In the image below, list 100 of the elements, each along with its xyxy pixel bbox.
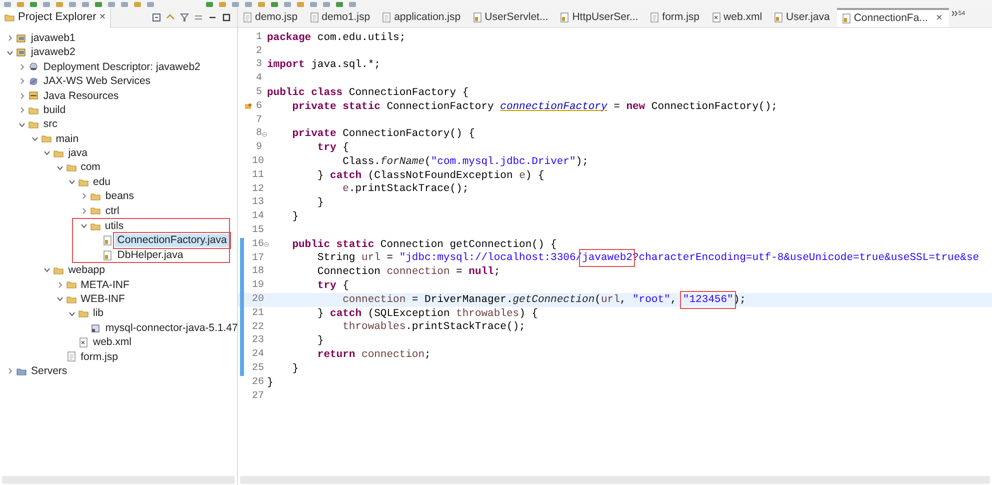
tree-item[interactable]: Servers [29,364,70,378]
tree-item[interactable]: com [78,161,102,174]
java-file-icon [559,12,570,23]
tree-item[interactable]: Deployment Descriptor: javaweb2 [41,60,202,74]
tree-item[interactable]: web.xml [91,336,134,349]
folder-icon [40,133,52,144]
line-number: 2 [254,46,262,57]
fold-icon[interactable] [262,132,267,137]
line-number: 13 [252,198,264,208]
code-text: } catch (ClassNotFoundException e) { [316,170,544,182]
line-number: 14 [252,212,264,222]
tree-item[interactable]: main [54,132,81,146]
code-text: private static ConnectionFactory connectionFactory = new ConnectionFactory(); [291,102,778,112]
file-tab[interactable]: application.jsp [377,8,468,27]
line-number: 16 [252,240,264,250]
tree-item[interactable]: java [66,147,90,160]
folder-icon [78,308,89,320]
tree-item[interactable]: build [41,104,68,116]
code-text: try { [316,280,349,292]
tree-item[interactable]: ConnectionFactory.java [115,234,229,247]
line-number: 9 [254,143,262,154]
file-icon [308,12,320,23]
file-tab[interactable]: User.java [769,8,837,27]
chevrons-icon[interactable] [952,11,958,16]
code-text: e.printStackTrace(); [342,184,469,195]
file-tab[interactable]: demo.jsp [238,8,305,27]
tree-item[interactable]: mysql-connector-java-5.1.47 [103,322,240,334]
line-number: 11 [252,170,264,181]
tree-item[interactable]: Java Resources [41,90,121,102]
fold-icon[interactable] [264,242,270,248]
tree-item[interactable]: javaweb2 [29,46,78,59]
folder-icon [66,162,77,174]
file-tab[interactable]: demo1.jsp [304,8,378,27]
tree-item[interactable]: edu [91,176,113,188]
folder-icon [28,104,40,116]
folder-icon [4,12,15,23]
line-number: 4 [254,74,262,84]
tree-item[interactable]: webapp [66,264,107,277]
line-number: 1 [254,32,262,43]
filter-icon[interactable] [180,13,189,22]
line-number: 26 [252,378,264,388]
code-text: try { [316,143,349,154]
file-tab[interactable]: form.jsp [645,8,707,27]
xml-file-icon [78,336,89,348]
tree-item[interactable]: javaweb1 [29,32,78,44]
file-tab[interactable]: web.xml [706,8,770,27]
maximize-icon[interactable] [222,13,231,22]
folder-icon [66,294,77,305]
tree-item[interactable]: DbHelper.java [115,248,186,262]
code-text: } [316,336,324,347]
folder-icon [28,119,40,130]
tree-item[interactable]: JAX-WS Web Services [41,75,153,88]
line-number: 24 [252,350,264,360]
menu-icon[interactable] [194,13,203,22]
tree-item[interactable]: form.jsp [78,350,120,364]
line-number: 10 [252,157,264,168]
folder-icon [90,220,101,232]
line-number: 23 [252,336,264,346]
code-text: Class.forName("com.mysql.jdbc.Driver"); [342,156,588,168]
project-icon [16,32,27,44]
file-tab[interactable]: UserServlet... [468,8,556,27]
tree-item[interactable]: WEB-INF [78,292,127,306]
close-button[interactable]: × [99,12,106,23]
warning-icon[interactable] [244,103,252,110]
file-tab[interactable]: HttpUserSer... [555,8,646,27]
java-file-icon [840,13,852,24]
tree-item[interactable]: beans [103,190,136,203]
line-number: 27 [252,392,264,402]
view-tab[interactable]: Project Explorer × [0,8,111,28]
close-button[interactable]: × [936,13,942,24]
code-text: public class ConnectionFactory { [267,88,469,98]
file-tab[interactable]: ConnectionFa... × [836,8,950,27]
line-number: 18 [252,267,264,278]
java-file-icon [102,250,114,261]
tree-item[interactable]: META-INF [78,278,132,292]
package-icon [28,90,40,102]
tree-item[interactable]: ctrl [103,204,122,218]
code-text: import java.sql.*; [267,60,380,71]
code-text: throwables.printStackTrace(); [342,322,526,333]
file-icon [381,12,392,23]
code-text: } catch (SQLException throwables) { [316,308,538,320]
line-number: 8 [254,129,262,140]
tree-item[interactable]: src [41,118,60,131]
tree-item[interactable]: utils [102,220,126,233]
collapse-all-icon[interactable] [152,13,161,22]
code-text: package com.edu.utils; [267,32,406,44]
code-text: } [291,364,299,374]
line-number: 12 [252,184,264,195]
file-icon [66,351,77,362]
java-file-icon [472,12,483,23]
line-number: 17 [252,254,264,264]
jar-icon [90,322,102,334]
code-text: } [291,212,299,222]
line-number: 21 [252,308,264,319]
folder-icon [53,148,64,159]
java-file-icon [773,12,784,23]
code-text: } [316,198,324,209]
code-text: private ConnectionFactory() { [291,129,475,140]
xml-file-icon [710,12,722,23]
tree-item[interactable]: lib [91,307,106,320]
